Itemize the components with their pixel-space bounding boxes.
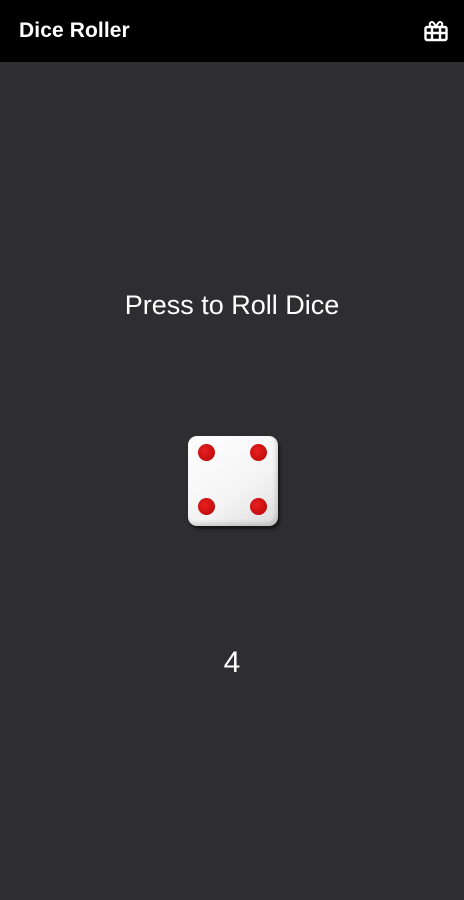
gift-card-icon	[424, 20, 448, 42]
die-pip	[198, 498, 215, 515]
app-bar: Dice Roller	[0, 0, 464, 62]
main-content: Press to Roll Dice 4	[0, 62, 464, 900]
gift-button[interactable]	[422, 17, 450, 45]
dice-button[interactable]	[188, 436, 278, 526]
die-pip	[250, 444, 267, 461]
roll-result: 4	[223, 646, 241, 679]
roll-prompt[interactable]: Press to Roll Dice	[0, 290, 464, 321]
die-pip	[250, 498, 267, 515]
die-pip	[198, 444, 215, 461]
app-title: Dice Roller	[19, 19, 130, 42]
